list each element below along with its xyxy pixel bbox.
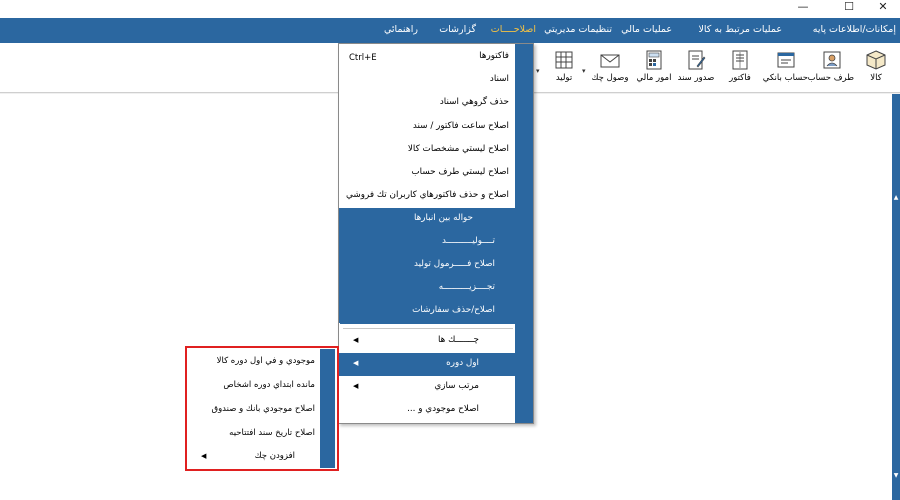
dropdown-item-decomposition[interactable]: تجــــزيــــــــــه — [339, 277, 515, 300]
submenu-item-persons-opening-balance[interactable]: مانده ابتداي دوره اشخاص — [189, 376, 319, 396]
dropdown-item-label: مرتب سازي — [434, 381, 479, 391]
toolbar-issue-document-button[interactable]: صدور سند — [674, 49, 718, 89]
menu-base-info[interactable]: إمكانات/اطلاعات پايه — [813, 23, 896, 37]
toolbar-invoice-button[interactable]: فاكتور — [718, 49, 762, 89]
submenu-item-fix-opening-document-date[interactable]: اصلاح تاريخ سند افتتاحيه — [189, 424, 319, 444]
dropdown-item-fix-inventory[interactable]: اصلاح موجودي و ... — [339, 399, 515, 422]
toolbar-bank-account-button[interactable]: حساب بانكي — [762, 49, 808, 89]
corrections-dropdown-menu: فاكتورها Ctrl+E اسناد حذف گروهي اسناد اص… — [338, 43, 534, 424]
contact-card-icon — [823, 51, 841, 69]
window-titlebar: — ☐ ✕ — [0, 0, 900, 18]
dropdown-item-label: چـــــــك ها — [437, 335, 479, 345]
submenu-item-fix-bank-cash-balance[interactable]: اصلاح موجودي بانك و صندوق — [189, 400, 319, 420]
submenu-arrow-icon: ◀ — [353, 359, 359, 367]
dropdown-item-sorting[interactable]: مرتب سازي ◀ — [339, 376, 515, 399]
toolbar-financial-affairs-button[interactable]: امور مالي — [632, 49, 676, 89]
dropdown-item-label: اصلاح/حذف سفارشات — [412, 305, 495, 315]
submenu-side-strip — [320, 349, 335, 468]
submenu-item-label: اصلاح تاريخ سند افتتاحيه — [229, 428, 315, 438]
calculator-icon — [646, 50, 662, 70]
menu-management-settings[interactable]: تنظيمات مديريتي — [544, 23, 612, 37]
dropdown-item-checks[interactable]: چـــــــك ها ◀ — [339, 330, 515, 353]
dropdown-item-fix-delete-orders[interactable]: اصلاح/حذف سفارشات — [339, 300, 515, 323]
envelope-icon — [600, 54, 620, 68]
menu-product-operations[interactable]: عمليات مرتبط به كالا — [698, 23, 782, 37]
submenu-arrow-icon: ◀ — [353, 382, 359, 390]
dropdown-item-fix-party-list[interactable]: اصلاح ليستي طرف حساب — [339, 162, 515, 185]
dropdown-item-label: فاكتورها — [479, 51, 509, 61]
toolbar-issue-document-label: صدور سند — [677, 73, 715, 83]
dropdown-item-label: حواله بين انبارها — [413, 213, 473, 223]
toolbar-product-label: كالا — [870, 73, 882, 83]
dropdown-item-warehouse-transfer[interactable]: حواله بين انبارها — [339, 208, 515, 231]
menu-help[interactable]: راهنمائي — [384, 23, 418, 37]
dropdown-item-label: اصلاح ليستي طرف حساب — [411, 167, 509, 177]
dropdown-item-label: اصلاح فـــــرمول توليد — [414, 259, 495, 269]
toolbar-product-button[interactable]: كالا — [854, 49, 898, 89]
toolbar-receive-check-label: وصول چك — [591, 73, 629, 83]
main-menubar: إمكانات/اطلاعات پايه عمليات مرتبط به كال… — [0, 18, 900, 43]
menu-financial-operations[interactable]: عمليات مالي — [621, 23, 672, 37]
submenu-item-label: اصلاح موجودي بانك و صندوق — [211, 404, 315, 414]
dropdown-item-fix-production-formula[interactable]: اصلاح فـــــرمول توليد — [339, 254, 515, 277]
minimize-button[interactable]: — — [786, 0, 820, 16]
toolbar-receive-check-button[interactable]: وصول چك — [588, 49, 632, 89]
rail-down-arrow-icon[interactable]: ▼ — [892, 472, 900, 480]
dropdown-item-beginning-of-period[interactable]: اول دوره ◀ — [339, 353, 515, 376]
menu-corrections[interactable]: اصلاحــــات — [491, 23, 536, 37]
invoice-icon — [732, 50, 748, 70]
submenu-item-add-check[interactable]: افزودن چك ◀ — [189, 447, 319, 467]
dropdown-item-label: اصلاح ليستي مشخصات كالا — [407, 144, 509, 154]
toolbar-production-label: توليد — [555, 73, 573, 83]
dropdown-item-label: اصلاح و حذف فاكتورهاي كاربران تك فروشي — [346, 190, 509, 200]
right-side-rail[interactable]: ▲ ▼ — [892, 94, 900, 500]
dropdown-item-documents[interactable]: اسناد — [339, 69, 515, 92]
dropdown-item-label: حذف گروهي اسناد — [439, 97, 509, 107]
rail-up-arrow-icon[interactable]: ▲ — [892, 194, 900, 202]
submenu-item-label: مانده ابتداي دوره اشخاص — [223, 380, 315, 390]
toolbar-bank-account-label: حساب بانكي — [762, 73, 808, 83]
box-icon — [866, 50, 886, 70]
submenu-item-label: موجودي و في اول دوره كالا — [216, 356, 315, 366]
dropdown-item-label: اصلاح موجودي و ... — [407, 404, 479, 414]
close-button[interactable]: ✕ — [866, 0, 900, 16]
dropdown-item-label: اول دوره — [446, 358, 479, 368]
toolbar-financial-affairs-label: امور مالي — [636, 73, 672, 83]
dropdown-item-label: اسناد — [489, 74, 509, 84]
menu-reports[interactable]: گزارشات — [439, 23, 476, 37]
dropdown-item-production[interactable]: تــــوليــــــــــد — [339, 231, 515, 254]
dropdown-item-fix-single-sale-invoices[interactable]: اصلاح و حذف فاكتورهاي كاربران تك فروشي — [339, 185, 515, 208]
dropdown-separator — [343, 328, 513, 329]
toolbar-production-button[interactable]: توليد — [542, 49, 586, 89]
dropdown-item-bulk-delete-documents[interactable]: حذف گروهي اسناد — [339, 92, 515, 115]
submenu-arrow-icon: ◀ — [201, 452, 207, 460]
dropdown-side-strip — [515, 44, 533, 423]
beginning-of-period-submenu: موجودي و في اول دوره كالا مانده ابتداي د… — [185, 346, 339, 471]
dropdown-item-fix-product-list[interactable]: اصلاح ليستي مشخصات كالا — [339, 139, 515, 162]
submenu-item-label: افزودن چك — [254, 451, 295, 461]
toolbar-invoice-label: فاكتور — [729, 73, 751, 83]
dropdown-item-shortcut: Ctrl+E — [349, 53, 377, 63]
toolbar-account-party-label: طرف حساب — [807, 73, 854, 83]
maximize-button[interactable]: ☐ — [832, 0, 866, 16]
submenu-item-product-opening-stock[interactable]: موجودي و في اول دوره كالا — [189, 352, 319, 372]
chevron-down-icon[interactable]: ▾ — [536, 67, 540, 75]
production-grid-icon — [555, 51, 573, 69]
dropdown-item-label: تجــــزيــــــــــه — [438, 282, 495, 292]
document-edit-icon — [688, 50, 706, 70]
dropdown-item-fix-invoice-time[interactable]: اصلاح ساعت فاكتور / سند — [339, 116, 515, 139]
bank-account-icon — [777, 52, 795, 68]
dropdown-item-label: اصلاح ساعت فاكتور / سند — [412, 121, 509, 131]
dropdown-item-label: تــــوليــــــــــد — [441, 236, 495, 246]
submenu-arrow-icon: ◀ — [353, 336, 359, 344]
toolbar-account-party-button[interactable]: طرف حساب — [807, 49, 854, 89]
